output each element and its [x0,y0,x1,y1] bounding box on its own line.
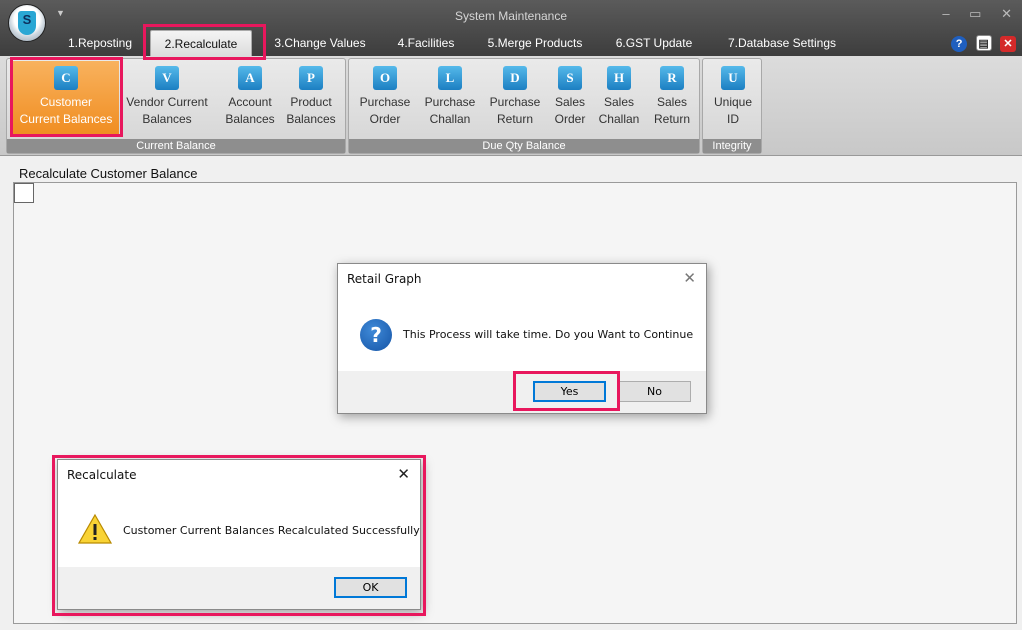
purchase-return-button[interactable]: D Purchase Return [483,61,547,137]
button-label: ID [727,112,739,126]
account-balances-button[interactable]: A Account Balances [215,61,285,137]
button-label: Customer [39,95,92,109]
warning-icon [78,513,112,544]
document-icon[interactable]: ▤ [975,35,992,51]
sales-return-button[interactable]: R Sales Return [647,61,697,137]
group-current-balance: C Customer Current Balances V Vendor Cur… [6,58,346,154]
tab-recalculate[interactable]: 2.Recalculate [150,30,252,56]
dialog-message: Customer Current Balances Recalculated S… [123,524,420,537]
group-integrity: U Unique ID Integrity [702,58,762,154]
purchase-challan-icon: L [438,66,462,90]
exit-icon[interactable]: ✕ [1000,36,1016,52]
dialog-footer: OK [58,567,420,609]
panel-title: Recalculate Customer Balance [19,166,198,181]
window-title: System Maintenance [454,9,568,23]
button-label: Vendor Current [126,95,208,109]
button-label: Return [653,112,691,126]
group-label: Current Balance [7,139,345,153]
vendor-balance-icon: V [155,66,179,90]
no-button[interactable]: No [618,381,691,402]
close-icon[interactable]: ✕ [397,465,410,483]
button-label: Purchase [359,95,411,109]
button-label: Unique [713,95,753,109]
confirm-dialog: Retail Graph ✕ ? This Process will take … [337,263,707,414]
button-label: Product [290,95,332,109]
product-balance-icon: P [299,66,323,90]
unique-id-button[interactable]: U Unique ID [707,61,759,137]
button-label: Sales [554,95,586,109]
group-label: Due Qty Balance [349,139,699,153]
product-balances-button[interactable]: P Product Balances [279,61,343,137]
sales-challan-icon: H [607,66,631,90]
tab-gst-update[interactable]: 6.GST Update [606,30,702,56]
sales-challan-button[interactable]: H Sales Challan [593,61,645,137]
maximize-button[interactable]: ▭ [969,6,981,21]
title-bar: S ▼ System Maintenance – ▭ ✕ 1.Reposting… [0,0,1022,56]
grid-corner-checkbox[interactable] [14,183,34,203]
button-label: Order [554,112,586,126]
tab-change-values[interactable]: 3.Change Values [260,30,380,56]
window-controls: – ▭ ✕ [926,6,1012,22]
sales-order-button[interactable]: S Sales Order [549,61,591,137]
help-icon[interactable]: ? [951,36,968,52]
button-label: Balances [142,112,192,126]
group-due-qty-balance: O Purchase Order L Purchase Challan D Pu… [348,58,700,154]
purchase-order-icon: O [373,66,397,90]
sales-order-icon: S [558,66,582,90]
group-label: Integrity [703,139,761,153]
dialog-footer: Yes No [338,371,706,413]
button-label: Sales [656,95,688,109]
button-label: Current Balances [19,112,113,126]
close-button[interactable]: ✕ [1001,6,1012,21]
button-label: Challan [598,112,640,126]
customer-current-balances-button[interactable]: C Customer Current Balances [13,61,119,137]
close-icon[interactable]: ✕ [683,269,696,287]
button-label: Purchase [424,95,476,109]
dialog-title: Retail Graph [347,272,422,286]
button-label: Account [228,95,272,109]
tab-merge-products[interactable]: 5.Merge Products [476,30,594,56]
unique-id-icon: U [721,66,745,90]
button-label: Purchase [489,95,541,109]
purchase-order-button[interactable]: O Purchase Order [353,61,417,137]
customer-balance-icon: C [54,66,78,90]
minimize-button[interactable]: – [942,6,949,21]
dialog-message: This Process will take time. Do you Want… [403,328,694,341]
yes-button[interactable]: Yes [533,381,606,402]
vendor-current-balances-button[interactable]: V Vendor Current Balances [123,61,211,137]
button-label: Challan [429,112,471,126]
button-label: Balances [225,112,275,126]
button-label: Balances [286,112,336,126]
tab-facilities[interactable]: 4.Facilities [386,30,466,56]
tab-reposting[interactable]: 1.Reposting [56,30,144,56]
dialog-title: Recalculate [67,468,137,482]
ribbon: C Customer Current Balances V Vendor Cur… [0,56,1022,156]
purchase-return-icon: D [503,66,527,90]
button-label: Order [369,112,401,126]
ok-button[interactable]: OK [334,577,407,598]
purchase-challan-button[interactable]: L Purchase Challan [419,61,481,137]
result-dialog: Recalculate ✕ Customer Current Balances … [57,459,421,610]
help-icons: ? ▤ ✕ [947,34,1016,52]
question-icon: ? [360,319,392,351]
tab-database-settings[interactable]: 7.Database Settings [714,30,850,56]
button-label: Return [496,112,534,126]
account-balance-icon: A [238,66,262,90]
button-label: Sales [603,95,635,109]
sales-return-icon: R [660,66,684,90]
